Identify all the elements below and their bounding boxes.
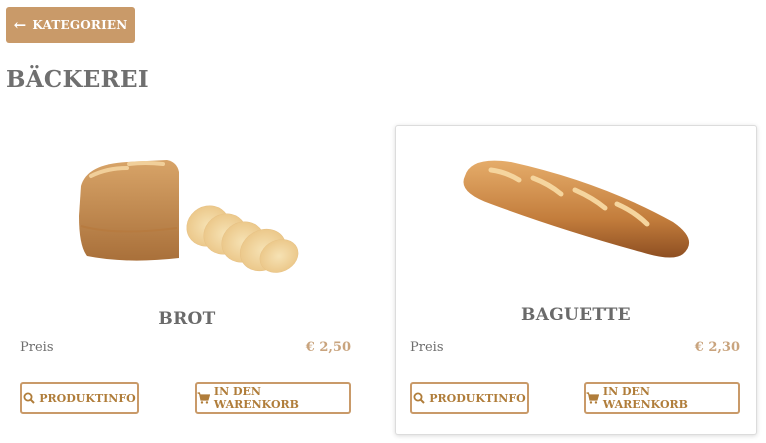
arrow-left-icon: ← — [13, 15, 27, 34]
search-icon — [23, 392, 35, 404]
baguette-image — [463, 160, 690, 258]
product-info-label: PRODUKTINFO — [39, 391, 136, 405]
cart-icon — [586, 392, 599, 404]
product-name: BAGUETTE — [521, 305, 631, 325]
price-label: Preis — [410, 340, 444, 355]
product-info-label: PRODUKTINFO — [429, 391, 526, 405]
price-value: € 2,30 — [694, 340, 740, 355]
add-to-cart-label: IN DEN WARENKORB — [213, 385, 299, 411]
price-label: Preis — [20, 340, 54, 355]
add-to-cart-button[interactable]: IN DEN WARENKORB — [195, 382, 351, 414]
product-info-button[interactable]: PRODUKTINFO — [20, 382, 139, 414]
add-to-cart-label: IN DEN WARENKORB — [602, 385, 688, 411]
cart-icon — [197, 392, 210, 404]
search-icon — [413, 392, 425, 404]
product-name: BROT — [158, 309, 216, 329]
back-to-categories-button[interactable]: ← KATEGORIEN — [6, 7, 135, 43]
product-card-baguette: BAGUETTE Preis € 2,30 PRODUKTINFO IN DEN… — [395, 125, 757, 435]
bread-loaf-image — [79, 160, 299, 273]
back-button-label: KATEGORIEN — [32, 18, 128, 32]
price-value: € 2,50 — [305, 340, 351, 355]
product-card-brot: BROT Preis € 2,50 PRODUKTINFO IN DEN WAR… — [6, 125, 368, 435]
page-title: BÄCKEREI — [6, 66, 149, 93]
product-info-button[interactable]: PRODUKTINFO — [410, 382, 529, 414]
add-to-cart-button[interactable]: IN DEN WARENKORB — [584, 382, 740, 414]
